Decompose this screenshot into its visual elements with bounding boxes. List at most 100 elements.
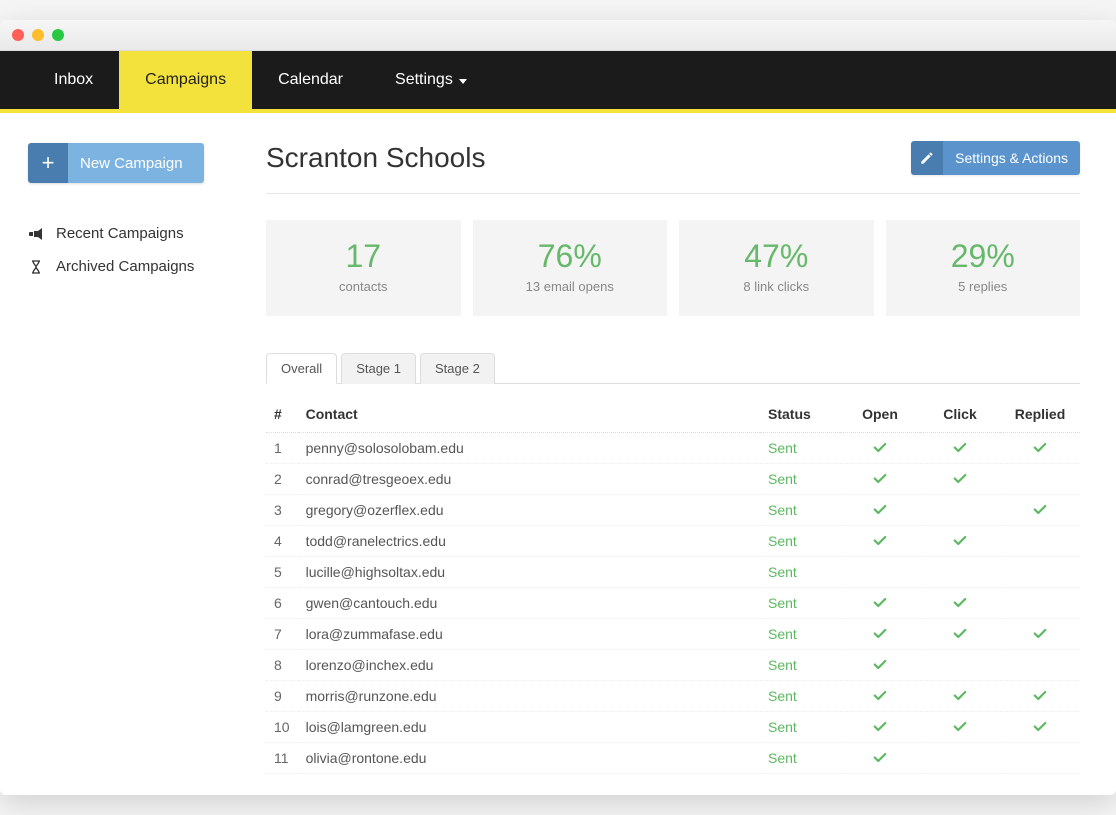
hourglass-icon bbox=[28, 259, 44, 275]
cell-open bbox=[840, 557, 920, 588]
cell-open bbox=[840, 743, 920, 774]
cell-click bbox=[920, 743, 1000, 774]
table-row[interactable]: 4todd@ranelectrics.eduSent bbox=[266, 526, 1080, 557]
cell-click bbox=[920, 650, 1000, 681]
cell-contact: gregory@ozerflex.edu bbox=[298, 495, 760, 526]
cell-replied bbox=[1000, 464, 1080, 495]
check-icon bbox=[873, 502, 887, 518]
stat-card: 47%8 link clicks bbox=[679, 220, 874, 316]
cell-open bbox=[840, 619, 920, 650]
megaphone-icon bbox=[28, 226, 44, 242]
check-icon bbox=[873, 626, 887, 642]
table-row[interactable]: 10lois@lamgreen.eduSent bbox=[266, 712, 1080, 743]
check-icon bbox=[873, 440, 887, 456]
cell-click bbox=[920, 712, 1000, 743]
cell-open bbox=[840, 588, 920, 619]
cell-replied bbox=[1000, 650, 1080, 681]
check-icon bbox=[1033, 688, 1047, 704]
cell-open bbox=[840, 464, 920, 495]
subtab-stage-1[interactable]: Stage 1 bbox=[341, 353, 416, 384]
cell-status: Sent bbox=[760, 464, 840, 495]
check-icon bbox=[953, 440, 967, 456]
cell-num: 3 bbox=[266, 495, 298, 526]
cell-num: 1 bbox=[266, 433, 298, 464]
table-row[interactable]: 1penny@solosolobam.eduSent bbox=[266, 433, 1080, 464]
check-icon bbox=[873, 595, 887, 611]
table-row[interactable]: 2conrad@tresgeoex.eduSent bbox=[266, 464, 1080, 495]
cell-status: Sent bbox=[760, 588, 840, 619]
nav-tab-label: Campaigns bbox=[145, 71, 226, 89]
cell-num: 7 bbox=[266, 619, 298, 650]
app-window: Inbox Campaigns Calendar Settings + New Cam… bbox=[0, 20, 1116, 795]
check-icon bbox=[873, 688, 887, 704]
new-campaign-button[interactable]: + New Campaign bbox=[28, 143, 204, 183]
sidebar: + New Campaign Recent CampaignsArchived … bbox=[0, 113, 230, 795]
subtabs: OverallStage 1Stage 2 bbox=[266, 352, 1080, 384]
stat-sub: contacts bbox=[276, 279, 451, 294]
subtab-overall[interactable]: Overall bbox=[266, 353, 337, 384]
cell-contact: morris@runzone.edu bbox=[298, 681, 760, 712]
cell-replied bbox=[1000, 588, 1080, 619]
window-zoom-button[interactable] bbox=[52, 29, 64, 41]
cell-replied bbox=[1000, 743, 1080, 774]
table-row[interactable]: 7lora@zummafase.eduSent bbox=[266, 619, 1080, 650]
cell-open bbox=[840, 526, 920, 557]
col-open: Open bbox=[840, 396, 920, 433]
stat-sub: 13 email opens bbox=[483, 279, 658, 294]
settings-actions-button[interactable]: Settings & Actions bbox=[911, 141, 1080, 175]
chevron-down-icon bbox=[459, 79, 467, 84]
nav-tab-calendar[interactable]: Calendar bbox=[252, 51, 369, 109]
cell-num: 10 bbox=[266, 712, 298, 743]
col-click: Click bbox=[920, 396, 1000, 433]
nav-tab-campaigns[interactable]: Campaigns bbox=[119, 51, 252, 109]
cell-contact: gwen@cantouch.edu bbox=[298, 588, 760, 619]
window-minimize-button[interactable] bbox=[32, 29, 44, 41]
cell-status: Sent bbox=[760, 650, 840, 681]
cell-contact: penny@solosolobam.edu bbox=[298, 433, 760, 464]
cell-status: Sent bbox=[760, 495, 840, 526]
stats-row: 17contacts76%13 email opens47%8 link cli… bbox=[266, 220, 1080, 316]
col-num: # bbox=[266, 396, 298, 433]
cell-num: 2 bbox=[266, 464, 298, 495]
cell-replied bbox=[1000, 526, 1080, 557]
cell-num: 5 bbox=[266, 557, 298, 588]
window-titlebar bbox=[0, 20, 1116, 51]
nav-tab-label: Calendar bbox=[278, 71, 343, 89]
cell-click bbox=[920, 433, 1000, 464]
cell-status: Sent bbox=[760, 712, 840, 743]
cell-status: Sent bbox=[760, 619, 840, 650]
cell-contact: olivia@rontone.edu bbox=[298, 743, 760, 774]
content-body: + New Campaign Recent CampaignsArchived … bbox=[0, 113, 1116, 795]
check-icon bbox=[873, 750, 887, 766]
table-row[interactable]: 5lucille@highsoltax.eduSent bbox=[266, 557, 1080, 588]
table-row[interactable]: 11olivia@rontone.eduSent bbox=[266, 743, 1080, 774]
cell-open bbox=[840, 495, 920, 526]
nav-tab-inbox[interactable]: Inbox bbox=[28, 51, 119, 109]
cell-replied bbox=[1000, 619, 1080, 650]
cell-num: 4 bbox=[266, 526, 298, 557]
table-row[interactable]: 8lorenzo@inchex.eduSent bbox=[266, 650, 1080, 681]
cell-contact: lucille@highsoltax.edu bbox=[298, 557, 760, 588]
contacts-table: # Contact Status Open Click Replied 1pen… bbox=[266, 396, 1080, 774]
cell-replied bbox=[1000, 495, 1080, 526]
cell-open bbox=[840, 433, 920, 464]
check-icon bbox=[953, 471, 967, 487]
col-contact: Contact bbox=[298, 396, 760, 433]
cell-replied bbox=[1000, 712, 1080, 743]
check-icon bbox=[953, 626, 967, 642]
nav-tab-settings[interactable]: Settings bbox=[369, 51, 493, 109]
window-close-button[interactable] bbox=[12, 29, 24, 41]
subtab-stage-2[interactable]: Stage 2 bbox=[420, 353, 495, 384]
table-row[interactable]: 9morris@runzone.eduSent bbox=[266, 681, 1080, 712]
check-icon bbox=[953, 688, 967, 704]
sidebar-link-archived-campaigns[interactable]: Archived Campaigns bbox=[28, 250, 216, 283]
col-replied: Replied bbox=[1000, 396, 1080, 433]
new-campaign-label: New Campaign bbox=[68, 143, 204, 183]
stat-value: 29% bbox=[896, 238, 1071, 275]
check-icon bbox=[1033, 502, 1047, 518]
sidebar-link-recent-campaigns[interactable]: Recent Campaigns bbox=[28, 217, 216, 250]
check-icon bbox=[953, 719, 967, 735]
table-row[interactable]: 3gregory@ozerflex.eduSent bbox=[266, 495, 1080, 526]
check-icon bbox=[873, 657, 887, 673]
table-row[interactable]: 6gwen@cantouch.eduSent bbox=[266, 588, 1080, 619]
